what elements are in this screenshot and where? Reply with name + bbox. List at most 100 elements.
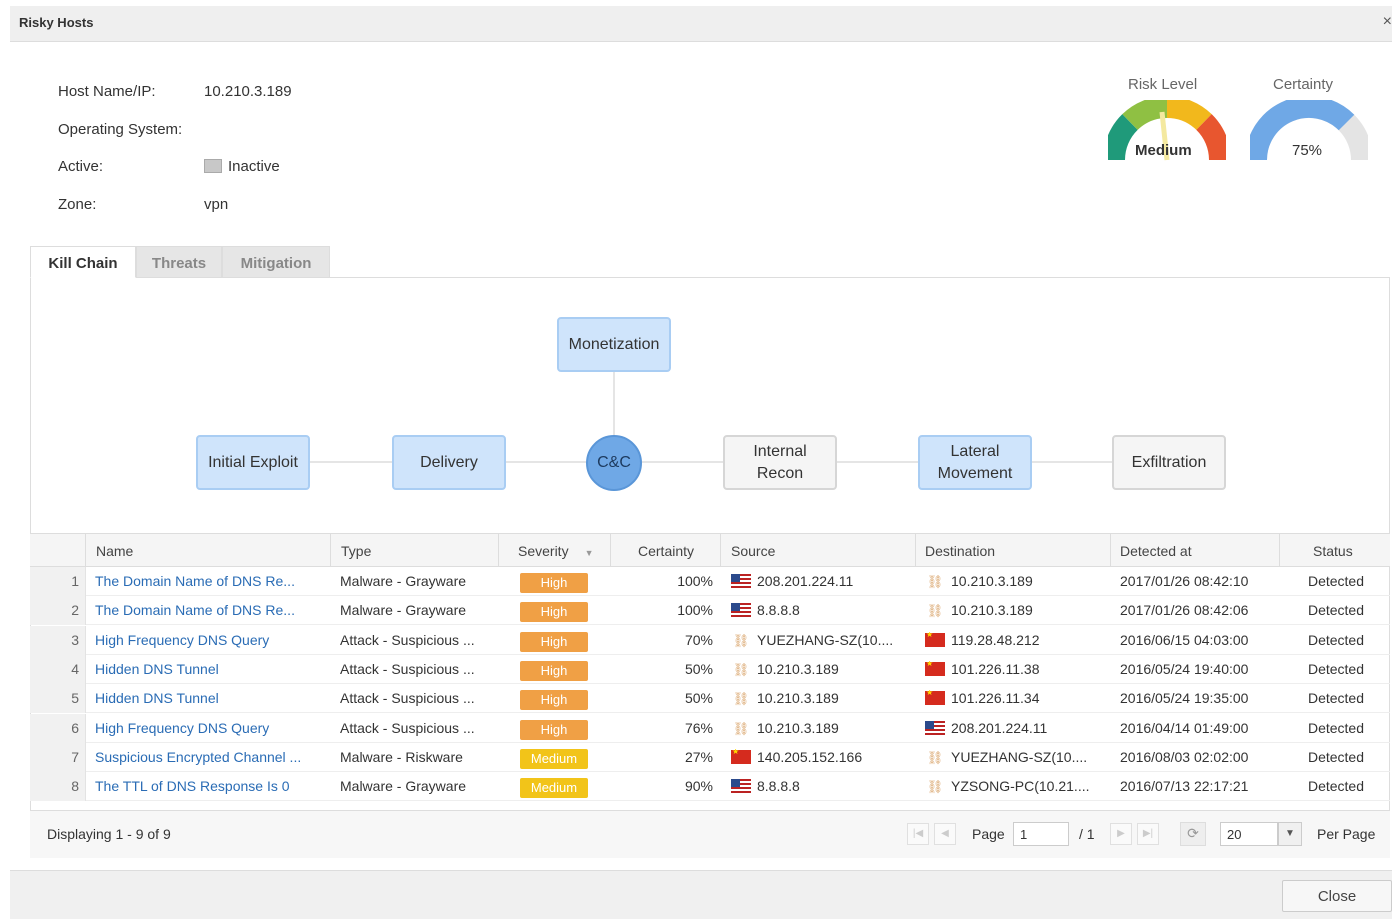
active-label: Active: xyxy=(58,158,104,175)
destination-text: 101.226.11.38 xyxy=(951,660,1040,677)
stage-initial-exploit[interactable]: Initial Exploit xyxy=(196,435,310,490)
threat-type: Attack - Suspicious ... xyxy=(340,631,475,648)
certainty-value: 100% xyxy=(677,573,713,589)
header-severity[interactable]: Severity ▼ xyxy=(499,534,611,567)
monetization-connector xyxy=(613,372,615,436)
certainty-value: 50% xyxy=(684,660,713,677)
tab-kill-chain[interactable]: Kill Chain xyxy=(30,246,136,278)
tab-threats[interactable]: Threats xyxy=(136,246,222,278)
detected-at: 2016/05/24 19:35:00 xyxy=(1120,690,1249,707)
inactive-status-icon xyxy=(204,159,222,173)
certainty-value: 76% xyxy=(684,719,713,736)
row-number: 4 xyxy=(30,654,86,684)
zone-label: Zone: xyxy=(58,196,97,213)
stage-exfiltration[interactable]: Exfiltration xyxy=(1112,435,1226,490)
threat-name-link[interactable]: High Frequency DNS Query xyxy=(95,720,323,736)
host-icon: ⛓ xyxy=(732,632,750,648)
certainty-value: 75% xyxy=(1292,142,1323,159)
status-text: Detected xyxy=(1307,778,1364,795)
row-number: 7 xyxy=(30,742,86,772)
dialog-titlebar: Risky Hosts × xyxy=(10,6,1392,42)
source-cell: 140.205.152.166 xyxy=(731,749,911,765)
table-row[interactable]: 3 High Frequency DNS Query Attack - Suspic… xyxy=(30,625,1390,655)
threat-name-link[interactable]: Hidden DNS Tunnel xyxy=(95,690,323,706)
destination-cell: ⛓ 10.210.3.189 xyxy=(925,602,1107,619)
host-label: Host Name/IP: xyxy=(58,83,156,100)
status-text: Detected xyxy=(1307,690,1364,707)
threat-type: Malware - Riskware xyxy=(340,748,463,765)
source-cell: 8.8.8.8 xyxy=(731,778,911,794)
table-row[interactable]: 5 Hidden DNS Tunnel Attack - Suspicious ..… xyxy=(30,684,1390,714)
threat-type: Malware - Grayware xyxy=(340,602,467,619)
last-page-icon[interactable]: ▶| xyxy=(1137,823,1159,845)
threat-name-link[interactable]: Hidden DNS Tunnel xyxy=(95,661,323,677)
threat-name-link[interactable]: The Domain Name of DNS Re... xyxy=(95,602,323,618)
destination-cell: ⛓ YZSONG-PC(10.21.... xyxy=(925,778,1107,795)
tab-mitigation[interactable]: Mitigation xyxy=(222,246,330,278)
per-page-input[interactable] xyxy=(1220,822,1278,846)
destination-text: 208.201.224.11 xyxy=(951,719,1048,736)
status-text: Detected xyxy=(1307,631,1364,648)
source-text: 10.210.3.189 xyxy=(757,660,839,677)
page-number-input[interactable] xyxy=(1013,822,1069,846)
chevron-down-icon[interactable]: ▼ xyxy=(1278,822,1302,846)
stage-lateral-movement[interactable]: Lateral Movement xyxy=(918,435,1032,490)
close-button[interactable]: Close xyxy=(1282,880,1392,912)
status-text: Detected xyxy=(1307,573,1364,589)
grid-header: Name Type Severity ▼ Certainty Source Des… xyxy=(30,533,1390,567)
close-icon[interactable]: × xyxy=(1383,13,1392,31)
threat-name-link[interactable]: High Frequency DNS Query xyxy=(95,632,323,648)
header-destination[interactable]: Destination xyxy=(916,534,1111,567)
cn-flag-icon xyxy=(925,690,945,706)
stage-delivery[interactable]: Delivery xyxy=(392,435,506,490)
host-icon: ⛓ xyxy=(732,691,750,707)
status-text: Detected xyxy=(1307,719,1364,736)
source-text: 140.205.152.166 xyxy=(757,748,863,765)
active-value: Inactive xyxy=(204,158,280,175)
host-icon: ⛓ xyxy=(732,720,750,736)
table-row[interactable]: 7 Suspicious Encrypted Channel ... Malware… xyxy=(30,742,1390,772)
host-icon: ⛓ xyxy=(926,574,944,589)
threat-name-link[interactable]: The Domain Name of DNS Re... xyxy=(95,573,323,589)
threat-name-link[interactable]: Suspicious Encrypted Channel ... xyxy=(95,749,323,765)
header-certainty[interactable]: Certainty xyxy=(611,534,721,567)
detected-at: 2016/05/24 19:40:00 xyxy=(1120,660,1249,677)
destination-cell: ⛓ 10.210.3.189 xyxy=(925,573,1107,590)
stage-internal-recon[interactable]: Internal Recon xyxy=(723,435,837,490)
displaying-text: Displaying 1 - 9 of 9 xyxy=(47,826,171,842)
stage-cnc[interactable]: C&C xyxy=(586,435,642,491)
header-source[interactable]: Source xyxy=(721,534,916,567)
source-cell: ⛓ 10.210.3.189 xyxy=(731,661,911,678)
next-page-icon[interactable]: ▶ xyxy=(1110,823,1132,845)
status-text: Detected xyxy=(1307,660,1364,677)
certainty-value: 70% xyxy=(684,631,713,648)
table-row[interactable]: 2 The Domain Name of DNS Re... Malware - G… xyxy=(30,596,1390,626)
destination-text: YZSONG-PC(10.21.... xyxy=(951,778,1090,795)
per-page-label: Per Page xyxy=(1317,826,1376,842)
header-detected-at[interactable]: Detected at xyxy=(1111,534,1280,567)
first-page-icon[interactable]: |◀ xyxy=(907,823,929,845)
table-row[interactable]: 1 The Domain Name of DNS Re... Malware - G… xyxy=(30,567,1390,596)
sort-down-icon[interactable]: ▼ xyxy=(585,548,594,558)
source-cell: 8.8.8.8 xyxy=(731,602,911,618)
threat-name-link[interactable]: The TTL of DNS Response Is 0 xyxy=(95,778,323,794)
threat-type: Attack - Suspicious ... xyxy=(340,660,475,677)
destination-text: YUEZHANG-SZ(10.... xyxy=(951,748,1088,765)
table-row[interactable]: 4 Hidden DNS Tunnel Attack - Suspicious ..… xyxy=(30,654,1390,684)
header-type[interactable]: Type xyxy=(331,534,499,567)
risk-level-label: Risk Level xyxy=(1128,76,1198,93)
table-row[interactable]: 8 The TTL of DNS Response Is 0 Malware - G… xyxy=(30,772,1390,802)
detected-at: 2016/08/03 02:02:00 xyxy=(1120,748,1249,765)
stage-monetization[interactable]: Monetization xyxy=(557,317,671,372)
table-row[interactable]: 6 High Frequency DNS Query Attack - Suspic… xyxy=(30,713,1390,743)
certainty-value: 90% xyxy=(684,778,713,795)
header-name[interactable]: Name xyxy=(86,534,331,567)
detected-at: 2016/06/15 04:03:00 xyxy=(1120,631,1249,648)
active-text: Inactive xyxy=(228,158,280,175)
source-cell: ⛓ YUEZHANG-SZ(10.... xyxy=(731,632,911,649)
cn-flag-icon xyxy=(925,661,945,676)
header-status[interactable]: Status xyxy=(1280,534,1390,567)
prev-page-icon[interactable]: ◀ xyxy=(934,823,956,845)
certainty-value: 100% xyxy=(677,602,713,619)
refresh-icon[interactable]: ⟳ xyxy=(1180,822,1206,846)
